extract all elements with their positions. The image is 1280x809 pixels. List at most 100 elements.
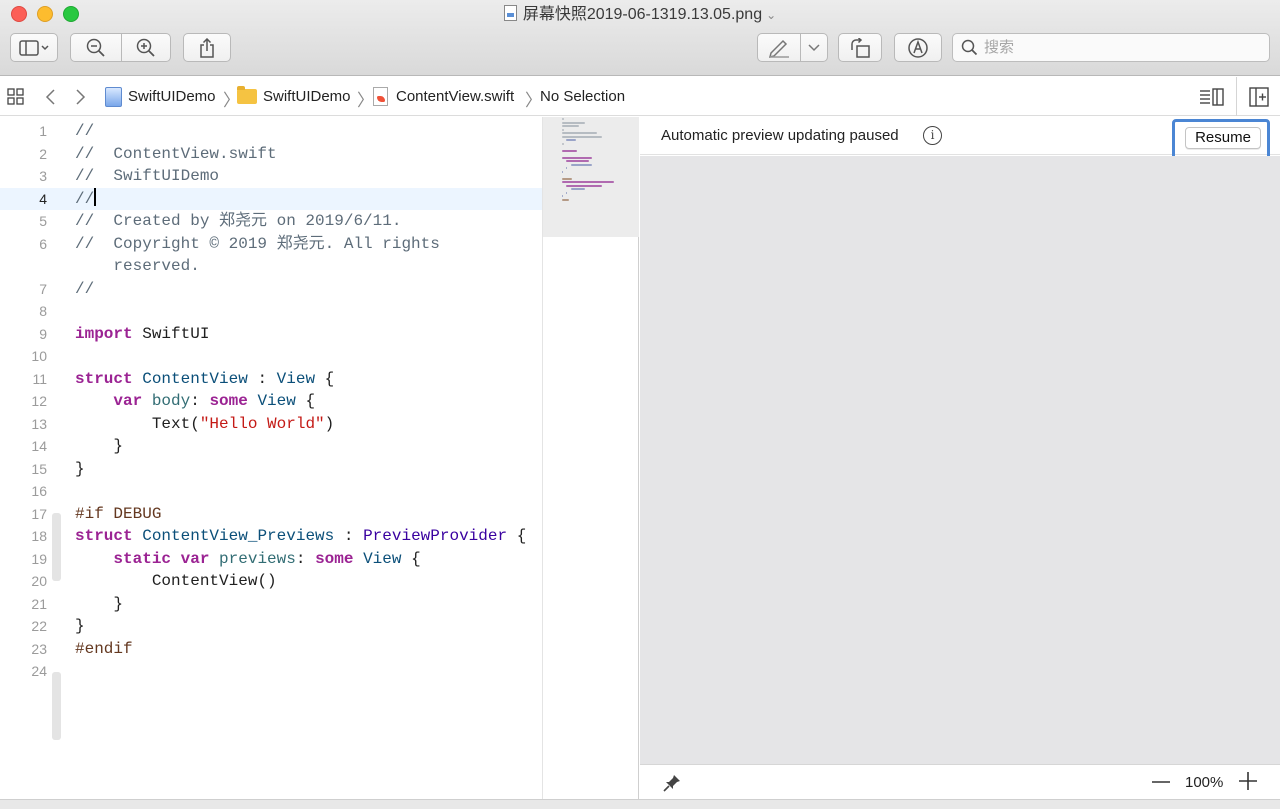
minimap-line [562,181,614,183]
add-editor-button[interactable] [1236,77,1269,116]
canvas-bottom-bar: 100% [640,764,1280,799]
line-number: 19 [31,550,47,567]
code-line[interactable]: 18 struct ContentView_Previews : PreviewP… [0,525,542,547]
window-title-text: 屏幕快照2019-06-1319.13.05.png [522,6,763,23]
window-title[interactable]: 屏幕快照2019-06-1319.13.05.png ⌄ [0,5,1280,25]
code-line[interactable]: 20 ContentView() [0,570,542,592]
minimap-line [566,139,577,141]
code-text: static var previews: some View { [113,549,421,568]
code-line[interactable]: 9 import SwiftUI [0,323,542,345]
code-text: // Created by 郑尧元 on 2019/6/11. [75,212,402,230]
breadcrumb-folder-label: SwiftUIDemo [263,88,351,105]
sidebar-toggle-button[interactable] [10,33,58,62]
breadcrumb-file-label: ContentView.swift [396,88,515,105]
pen-icon [768,39,789,58]
line-number: 24 [31,663,47,679]
forward-button[interactable] [75,77,87,116]
minimap[interactable] [542,117,639,809]
code-line[interactable]: 16 [0,480,542,502]
pin-icon [663,775,680,792]
code-line[interactable]: 4 // [0,187,542,210]
code-line[interactable]: 12 var body: some View { [0,390,542,412]
chevron-left-icon [45,88,55,105]
png-document-icon [503,5,517,21]
resume-highlight-frame: Resume [1172,119,1270,161]
breadcrumb-folder[interactable]: SwiftUIDemo [237,77,351,116]
code-text: } [75,437,124,455]
breadcrumb-selection[interactable]: No Selection [540,77,625,116]
line-number: 2 [39,145,47,162]
zoom-out-icon [86,38,105,57]
code-line[interactable]: 11 struct ContentView : View { [0,368,542,390]
line-number: 13 [31,415,47,432]
resume-button[interactable]: Resume [1185,127,1261,149]
related-items-button[interactable] [7,77,25,116]
breadcrumb-project[interactable]: SwiftUIDemo [105,77,216,116]
code-line[interactable]: 15} [0,458,542,480]
code-text: reserved. [75,257,200,275]
swift-file-icon [373,87,388,106]
chevron-right-icon [76,88,86,105]
code-fold-ribbon[interactable] [52,672,61,740]
zoom-in-button[interactable] [121,33,171,62]
zoom-in-canvas-button[interactable] [1238,771,1258,791]
line-number: 15 [31,460,47,477]
line-number: 10 [31,348,47,364]
code-line[interactable]: 13 Text("Hello World") [0,413,542,435]
share-button[interactable] [183,33,231,62]
search-input[interactable] [984,39,1264,56]
code-line[interactable]: 24 [0,660,542,682]
chevron-down-icon [808,43,820,51]
code-text: // ContentView.swift [75,144,277,163]
back-button[interactable] [44,77,56,116]
preview-paused-message: Automatic preview updating paused [661,127,899,144]
code-line[interactable]: 6 // Copyright © 2019 郑尧元. All rights [0,233,542,255]
zoom-out-button[interactable] [70,33,122,62]
code-line[interactable]: 19 static var previews: some View { [0,548,542,570]
editor-options-icon [1200,87,1224,106]
rotate-button[interactable] [838,33,882,62]
line-number: 6 [39,235,47,252]
markup-toolbar-button[interactable] [894,33,942,62]
breadcrumb-file[interactable]: ContentView.swift [373,77,514,116]
code-line[interactable]: 21 } [0,593,542,615]
zoom-level-label[interactable]: 100% [1185,774,1223,791]
code-line[interactable]: 2 // ContentView.swift [0,143,542,165]
code-text: } [75,617,85,635]
xcode-project-icon [105,86,122,107]
code-line[interactable]: 1 // [0,120,542,142]
code-line[interactable]: 17 #if DEBUG [0,503,542,525]
line-number: 1 [39,123,47,139]
markup-menu-button[interactable] [800,33,828,62]
code-line[interactable]: 5 // Created by 郑尧元 on 2019/6/11. [0,210,542,232]
code-line[interactable]: 3 // SwiftUIDemo [0,165,542,187]
preview-canvas[interactable] [640,156,1280,764]
info-icon[interactable]: i [923,126,942,145]
editor-options-button[interactable] [1199,77,1225,116]
code-line[interactable]: 22} [0,615,542,637]
plus-icon [1239,772,1257,790]
zoom-out-canvas-button[interactable] [1151,772,1171,792]
code-editor[interactable]: 1 // 2 // ContentView.swift 3 // SwiftUIDemo 4… [0,117,542,809]
search-icon [961,39,978,56]
code-text: ContentView() [151,572,277,590]
code-text: } [75,594,124,613]
code-line[interactable]: reserved. [0,255,542,277]
folder-icon [237,86,257,104]
line-number: 20 [31,573,47,589]
minimap-line [562,135,602,138]
line-number: 22 [31,618,47,634]
minimap-line [562,156,592,159]
code-text: struct ContentView_Previews : PreviewPro… [75,527,527,545]
code-line[interactable]: 10 [0,345,542,367]
breadcrumb-selection-label: No Selection [540,88,626,105]
code-line[interactable]: 8 [0,300,542,322]
search-field[interactable] [952,33,1270,62]
code-line[interactable]: 23 #endif [0,638,542,660]
code-text: struct ContentView : View { [75,369,335,388]
markup-pen-button[interactable] [757,33,801,62]
code-line[interactable]: 14 } [0,435,542,457]
pin-preview-button[interactable] [662,773,682,797]
line-number: 18 [31,528,47,544]
code-line[interactable]: 7 // [0,278,542,300]
